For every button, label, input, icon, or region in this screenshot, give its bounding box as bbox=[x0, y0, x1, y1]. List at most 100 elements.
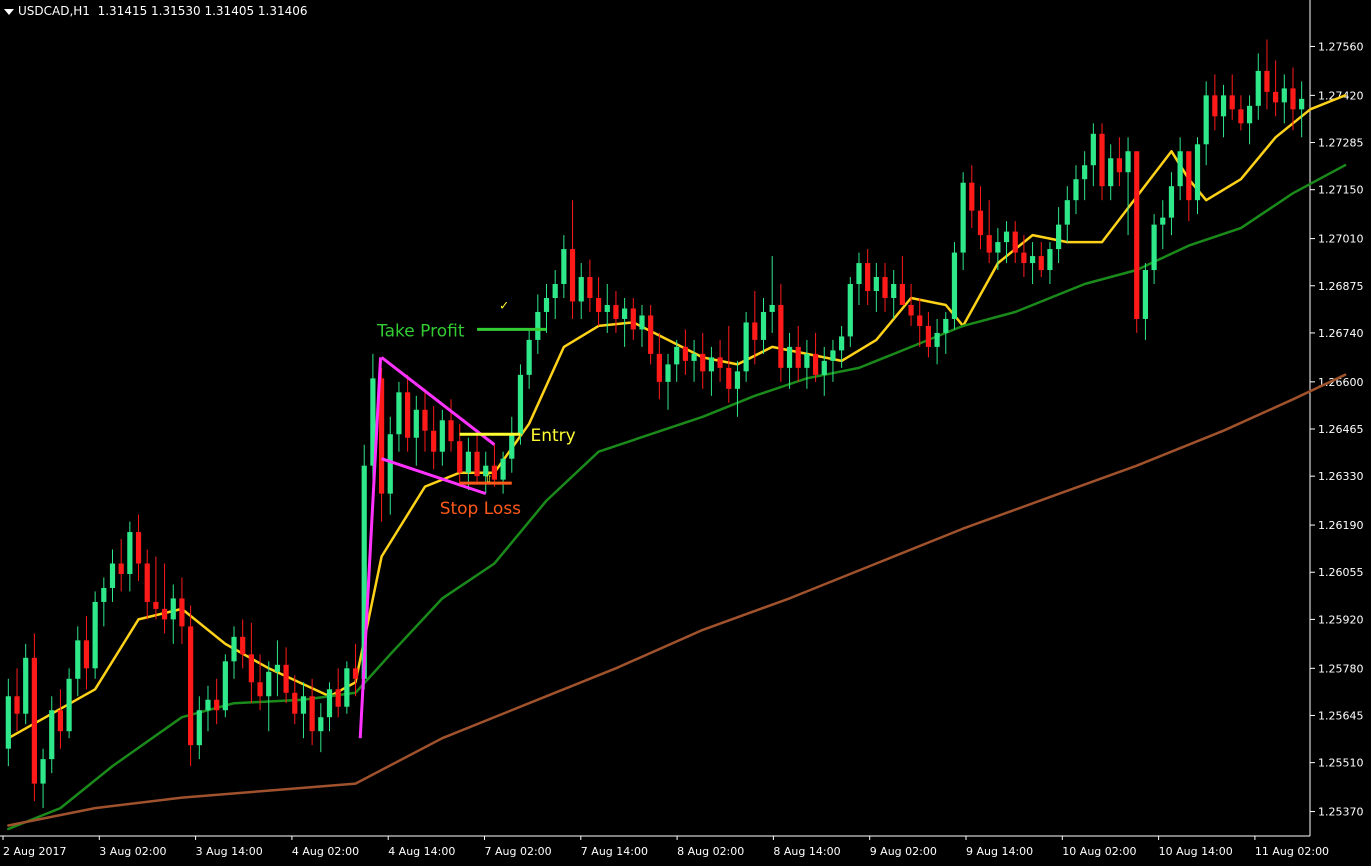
candle-body bbox=[708, 357, 715, 372]
y-tick-label: 1.25510 bbox=[1318, 757, 1364, 770]
candle-body bbox=[1246, 105, 1253, 124]
candle-body bbox=[153, 601, 159, 609]
candle-body bbox=[1203, 95, 1209, 145]
candle-body bbox=[127, 532, 133, 574]
candle-body bbox=[240, 636, 246, 655]
candle-body bbox=[1264, 70, 1270, 92]
candle-body bbox=[517, 374, 524, 435]
candle-body bbox=[977, 210, 984, 236]
candle-body bbox=[214, 699, 220, 711]
candle-body bbox=[1108, 158, 1114, 187]
candle-body bbox=[1056, 224, 1062, 250]
candle-body bbox=[674, 346, 680, 365]
candle-body bbox=[231, 636, 237, 662]
candle-body bbox=[40, 759, 46, 784]
candle-body bbox=[526, 339, 532, 375]
candle-body bbox=[639, 315, 645, 330]
candle-body bbox=[873, 277, 879, 292]
candle-body bbox=[1168, 186, 1175, 218]
candle-body bbox=[352, 668, 359, 679]
price-chart[interactable]: 1.27560 1.27420 1.27285 1.27150 1.27010 1.268… bbox=[0, 0, 1371, 862]
candle-body bbox=[118, 563, 124, 574]
arrow-up-icon: ⇧ bbox=[484, 472, 493, 485]
candle-body bbox=[925, 325, 932, 347]
candle-body bbox=[648, 315, 654, 354]
y-tick-label: 1.27010 bbox=[1318, 233, 1364, 246]
candle-body bbox=[1134, 151, 1140, 319]
y-tick-label: 1.27285 bbox=[1318, 137, 1364, 150]
candle-body bbox=[457, 441, 463, 473]
y-tick-label: 1.25920 bbox=[1318, 613, 1364, 626]
candle-body bbox=[804, 353, 810, 368]
candle-body bbox=[778, 304, 784, 368]
candle-body bbox=[760, 311, 767, 340]
y-tick-label: 1.27560 bbox=[1318, 40, 1364, 53]
candle-body bbox=[161, 608, 168, 620]
candle-body bbox=[170, 598, 176, 620]
ohlc-values: 1.31415 1.31530 1.31405 1.31406 bbox=[97, 4, 308, 18]
candle-body bbox=[344, 668, 350, 707]
candle-body bbox=[439, 420, 445, 452]
candle-body bbox=[335, 689, 341, 707]
candle-body bbox=[656, 353, 662, 382]
candle-body bbox=[1142, 270, 1149, 319]
candle-body bbox=[1003, 231, 1010, 243]
candle-body bbox=[1090, 133, 1096, 166]
candle-body bbox=[396, 392, 402, 435]
y-tick-label: 1.27150 bbox=[1318, 184, 1364, 197]
entry-label: Entry bbox=[530, 426, 575, 446]
chart-background bbox=[0, 0, 1371, 862]
candle-body bbox=[14, 696, 20, 714]
candle-body bbox=[448, 420, 454, 442]
candle-body bbox=[1073, 179, 1079, 201]
y-tick-label: 1.25370 bbox=[1318, 806, 1364, 819]
candle-body bbox=[622, 308, 628, 319]
candle-body bbox=[891, 284, 897, 298]
candle-body bbox=[387, 434, 393, 494]
candle-body bbox=[83, 640, 90, 669]
candle-body bbox=[31, 657, 37, 784]
candle-body bbox=[561, 249, 567, 285]
candle-body bbox=[283, 664, 289, 693]
candle-body bbox=[179, 598, 185, 627]
candle-body bbox=[23, 657, 29, 714]
candle-body bbox=[326, 689, 333, 718]
y-tick-label: 1.25645 bbox=[1318, 709, 1364, 722]
candle-body bbox=[1290, 88, 1296, 110]
candle-body bbox=[943, 318, 949, 333]
candle-body bbox=[830, 350, 836, 361]
dropdown-triangle-icon[interactable] bbox=[4, 8, 14, 15]
candle-body bbox=[1064, 200, 1070, 225]
candle-body bbox=[856, 263, 862, 285]
candle-body bbox=[309, 696, 315, 732]
candle-body bbox=[951, 252, 958, 319]
x-tick-label: 9 Aug 02:00 bbox=[870, 845, 937, 858]
chart-canvas[interactable]: 1.275601.274201.272851.271501.270101.268… bbox=[0, 0, 1371, 862]
x-tick-label: 10 Aug 02:00 bbox=[1062, 845, 1136, 858]
candle-body bbox=[422, 409, 428, 431]
candle-body bbox=[969, 182, 975, 211]
candle-body bbox=[1194, 144, 1201, 201]
candle-body bbox=[1273, 91, 1279, 103]
candle-body bbox=[292, 692, 298, 714]
candle-body bbox=[743, 322, 749, 372]
candle-body bbox=[57, 710, 64, 732]
x-tick-label: 3 Aug 02:00 bbox=[99, 845, 166, 858]
candle-body bbox=[1151, 224, 1157, 271]
symbol-label: USDCAD,H1 bbox=[18, 4, 90, 18]
candle-body bbox=[431, 430, 437, 452]
candle-body bbox=[1012, 231, 1018, 253]
candle-body bbox=[465, 451, 471, 473]
candle-body bbox=[1047, 249, 1053, 271]
candle-body bbox=[812, 353, 819, 375]
candle-body bbox=[1255, 70, 1261, 106]
x-tick-label: 7 Aug 14:00 bbox=[581, 845, 648, 858]
candle-body bbox=[769, 304, 775, 312]
y-tick-label: 1.26190 bbox=[1318, 519, 1364, 532]
candle-body bbox=[839, 336, 845, 351]
candle-body bbox=[630, 308, 636, 330]
candle-body bbox=[5, 696, 11, 749]
candle-body bbox=[665, 364, 671, 382]
candle-body bbox=[908, 304, 914, 316]
y-tick-label: 1.26055 bbox=[1318, 566, 1364, 579]
